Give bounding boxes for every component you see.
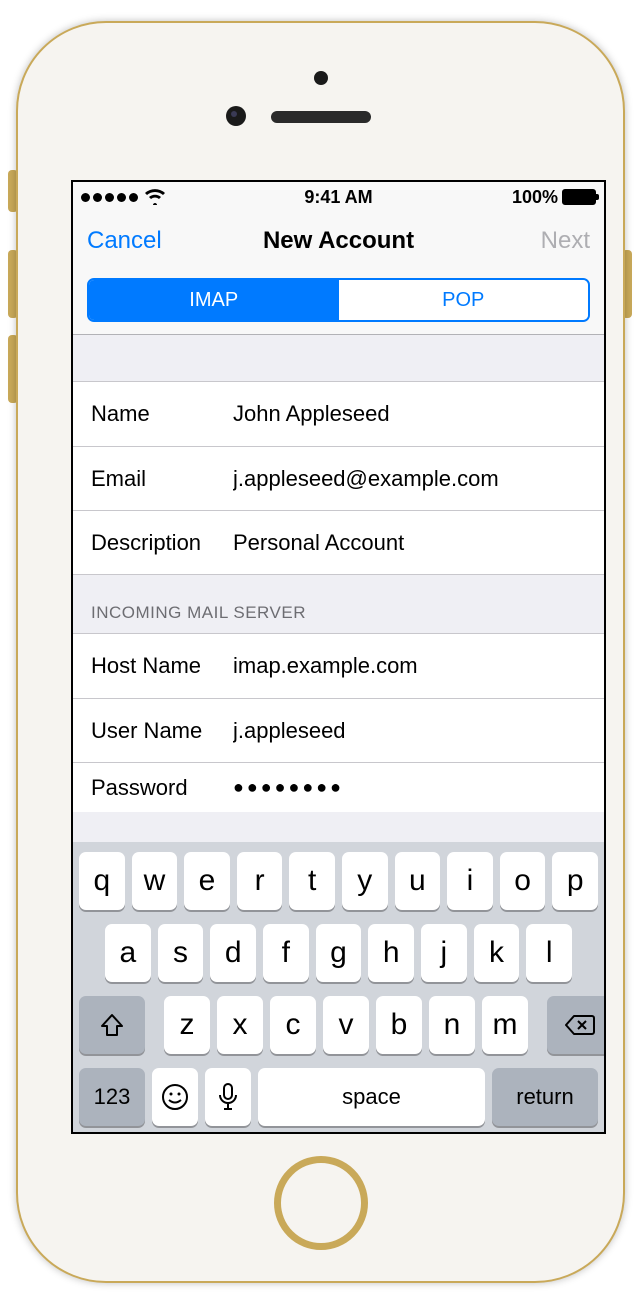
password-field[interactable]: ●●●●●●●● <box>233 777 586 798</box>
status-time: 9:41 AM <box>304 187 372 208</box>
key-w[interactable]: w <box>132 852 178 910</box>
key-m[interactable]: m <box>482 996 528 1054</box>
key-p[interactable]: p <box>552 852 598 910</box>
key-r[interactable]: r <box>237 852 283 910</box>
key-emoji[interactable] <box>152 1068 198 1126</box>
key-n[interactable]: n <box>429 996 475 1054</box>
section-gap <box>73 335 604 381</box>
screen: 9:41 AM 100% Cancel New Account Next IMA… <box>71 180 606 1134</box>
key-u[interactable]: u <box>395 852 441 910</box>
row-password: Password ●●●●●●●● <box>73 762 604 812</box>
keyboard-row-4: 123 space return <box>79 1068 598 1126</box>
email-label: Email <box>91 466 233 492</box>
incoming-server-group: Host Name User Name Password ●●●●●●●● <box>73 633 604 812</box>
key-a[interactable]: a <box>105 924 151 982</box>
password-label: Password <box>91 775 233 801</box>
key-numbers[interactable]: 123 <box>79 1068 145 1126</box>
description-field[interactable] <box>233 530 586 556</box>
key-x[interactable]: x <box>217 996 263 1054</box>
wifi-icon <box>144 189 166 205</box>
status-bar: 9:41 AM 100% <box>73 182 604 212</box>
host-name-field[interactable] <box>233 653 586 679</box>
name-label: Name <box>91 401 233 427</box>
key-shift[interactable] <box>79 996 145 1054</box>
key-q[interactable]: q <box>79 852 125 910</box>
tab-imap[interactable]: IMAP <box>89 280 339 320</box>
key-h[interactable]: h <box>368 924 414 982</box>
proximity-sensor <box>314 71 328 85</box>
key-y[interactable]: y <box>342 852 388 910</box>
row-host-name: Host Name <box>73 634 604 698</box>
tab-pop[interactable]: POP <box>339 280 589 320</box>
shift-icon <box>99 1012 125 1038</box>
nav-bar: Cancel New Account Next <box>73 212 604 270</box>
user-name-field[interactable] <box>233 718 586 744</box>
key-c[interactable]: c <box>270 996 316 1054</box>
account-info-group: Name Email Description <box>73 381 604 575</box>
row-user-name: User Name <box>73 698 604 762</box>
key-d[interactable]: d <box>210 924 256 982</box>
next-button[interactable]: Next <box>541 227 590 255</box>
battery-percentage: 100% <box>512 187 558 208</box>
cancel-button[interactable]: Cancel <box>87 227 162 255</box>
key-l[interactable]: l <box>526 924 572 982</box>
phone-frame: 9:41 AM 100% Cancel New Account Next IMA… <box>16 21 625 1283</box>
row-email: Email <box>73 446 604 510</box>
emoji-icon <box>161 1083 189 1111</box>
key-z[interactable]: z <box>164 996 210 1054</box>
keyboard: q w e r t y u i o p a s d f g h j k l <box>73 842 604 1132</box>
key-o[interactable]: o <box>500 852 546 910</box>
row-description: Description <box>73 510 604 574</box>
key-j[interactable]: j <box>421 924 467 982</box>
front-camera <box>226 106 246 126</box>
keyboard-row-1: q w e r t y u i o p <box>79 852 598 910</box>
row-name: Name <box>73 382 604 446</box>
key-return[interactable]: return <box>492 1068 598 1126</box>
key-e[interactable]: e <box>184 852 230 910</box>
protocol-segmented-control: IMAP POP <box>73 270 604 335</box>
home-button[interactable] <box>274 1156 368 1250</box>
description-label: Description <box>91 530 233 556</box>
signal-strength-icon <box>81 193 138 202</box>
name-field[interactable] <box>233 401 586 427</box>
key-backspace[interactable] <box>547 996 606 1054</box>
key-g[interactable]: g <box>316 924 362 982</box>
backspace-icon <box>565 1014 595 1036</box>
key-i[interactable]: i <box>447 852 493 910</box>
incoming-server-header: INCOMING MAIL SERVER <box>73 575 604 633</box>
host-name-label: Host Name <box>91 653 233 679</box>
key-t[interactable]: t <box>289 852 335 910</box>
key-dictation[interactable] <box>205 1068 251 1126</box>
earpiece-speaker <box>271 111 371 123</box>
user-name-label: User Name <box>91 718 233 744</box>
battery-icon <box>562 189 596 205</box>
page-title: New Account <box>263 227 414 255</box>
key-v[interactable]: v <box>323 996 369 1054</box>
keyboard-row-2: a s d f g h j k l <box>79 924 598 982</box>
key-f[interactable]: f <box>263 924 309 982</box>
email-field[interactable] <box>233 466 586 492</box>
keyboard-row-3: z x c v b n m <box>79 996 598 1054</box>
key-k[interactable]: k <box>474 924 520 982</box>
key-b[interactable]: b <box>376 996 422 1054</box>
key-space[interactable]: space <box>258 1068 485 1126</box>
key-s[interactable]: s <box>158 924 204 982</box>
microphone-icon <box>219 1083 237 1111</box>
